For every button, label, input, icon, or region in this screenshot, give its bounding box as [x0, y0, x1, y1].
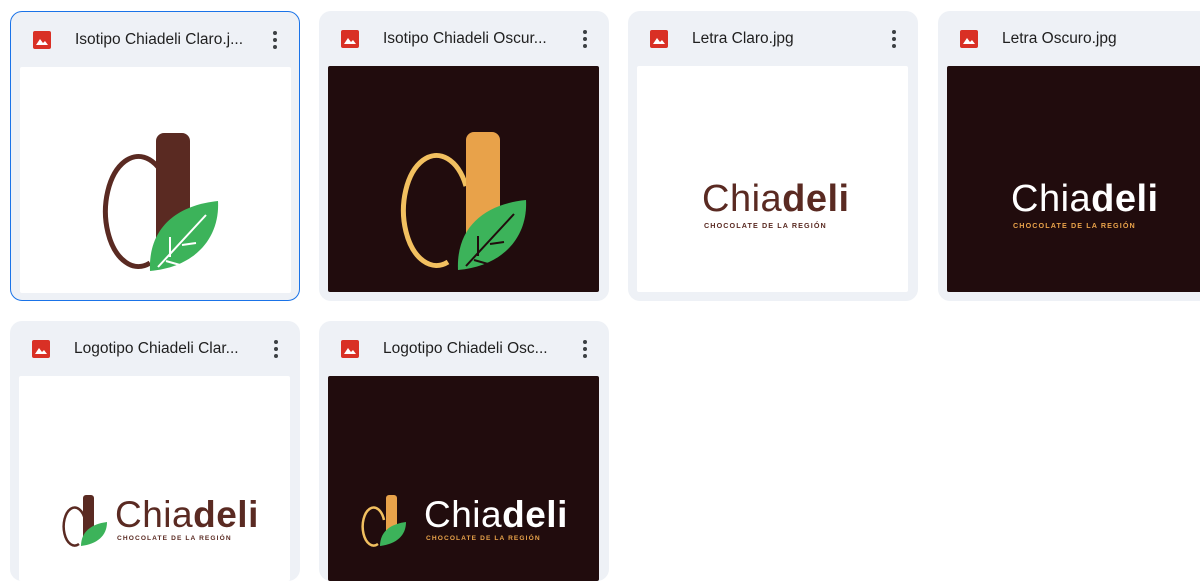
image-file-icon [33, 31, 51, 49]
image-file-icon [960, 30, 978, 48]
file-thumbnail[interactable]: Chiadeli CHOCOLATE DE LA REGIÓN [947, 66, 1200, 292]
wordmark-chia: Chia [1011, 178, 1092, 220]
file-card-header: Letra Oscuro.jpg [938, 11, 1200, 67]
wordmark-deli: deli [193, 494, 259, 535]
file-thumbnail[interactable]: Chiadeli CHOCOLATE DE LA REGIÓN [637, 66, 908, 292]
wordmark-chia: Chia [702, 178, 783, 220]
tagline: CHOCOLATE DE LA REGIÓN [704, 221, 827, 230]
file-thumbnail[interactable] [328, 66, 599, 292]
isotipo-logo-light [102, 133, 219, 271]
wordmark-chia: Chia [424, 494, 503, 535]
image-file-icon [341, 30, 359, 48]
file-card-isotipo-oscuro[interactable]: Isotipo Chiadeli Oscur... [319, 11, 609, 301]
more-options-button[interactable] [263, 26, 287, 54]
file-card-letra-oscuro[interactable]: Letra Oscuro.jpg Chiadeli CHOCOLATE DE L… [938, 11, 1200, 301]
chiadeli-wordmark: Chiadeli [115, 494, 259, 536]
file-card-header: Isotipo Chiadeli Claro.j... [11, 12, 299, 68]
file-card-header: Letra Claro.jpg [628, 11, 918, 67]
file-name: Letra Oscuro.jpg [1002, 30, 1117, 47]
wordmark-chia: Chia [115, 494, 194, 535]
file-card-header: Logotipo Chiadeli Osc... [319, 321, 609, 377]
more-options-button[interactable] [573, 335, 597, 363]
tagline: CHOCOLATE DE LA REGIÓN [1013, 221, 1136, 230]
more-options-button[interactable] [573, 25, 597, 53]
file-name: Logotipo Chiadeli Clar... [74, 340, 239, 357]
file-thumbnail[interactable] [20, 67, 291, 293]
file-name: Isotipo Chiadeli Claro.j... [75, 31, 243, 48]
wordmark-deli: deli [1091, 178, 1159, 220]
tagline: CHOCOLATE DE LA REGIÓN [117, 535, 232, 542]
file-card-letra-claro[interactable]: Letra Claro.jpg Chiadeli CHOCOLATE DE LA… [628, 11, 918, 301]
file-card-header: Logotipo Chiadeli Clar... [10, 321, 300, 377]
image-file-icon [650, 30, 668, 48]
wordmark-deli: deli [502, 494, 568, 535]
more-options-button[interactable] [264, 335, 288, 363]
tagline: CHOCOLATE DE LA REGIÓN [426, 535, 541, 542]
file-thumbnail[interactable]: Chiadeli CHOCOLATE DE LA REGIÓN [328, 376, 599, 581]
wordmark-deli: deli [782, 178, 850, 220]
image-file-icon [341, 340, 359, 358]
chiadeli-wordmark: Chiadeli [1011, 178, 1159, 221]
file-card-header: Isotipo Chiadeli Oscur... [319, 11, 609, 67]
file-card-logotipo-oscuro[interactable]: Logotipo Chiadeli Osc... Chiadeli CHOCOL… [319, 321, 609, 581]
file-thumbnail[interactable]: Chiadeli CHOCOLATE DE LA REGIÓN [19, 376, 290, 581]
file-card-logotipo-claro[interactable]: Logotipo Chiadeli Clar... Chiadeli CHOCO… [10, 321, 300, 581]
file-name: Logotipo Chiadeli Osc... [383, 340, 548, 357]
more-options-button[interactable] [882, 25, 906, 53]
file-name: Isotipo Chiadeli Oscur... [383, 30, 547, 47]
file-card-isotipo-claro[interactable]: Isotipo Chiadeli Claro.j... [10, 11, 300, 301]
file-name: Letra Claro.jpg [692, 30, 794, 47]
chiadeli-wordmark: Chiadeli [424, 494, 568, 536]
isotipo-logo-dark [400, 132, 527, 270]
image-file-icon [32, 340, 50, 358]
chiadeli-wordmark: Chiadeli [702, 178, 850, 221]
